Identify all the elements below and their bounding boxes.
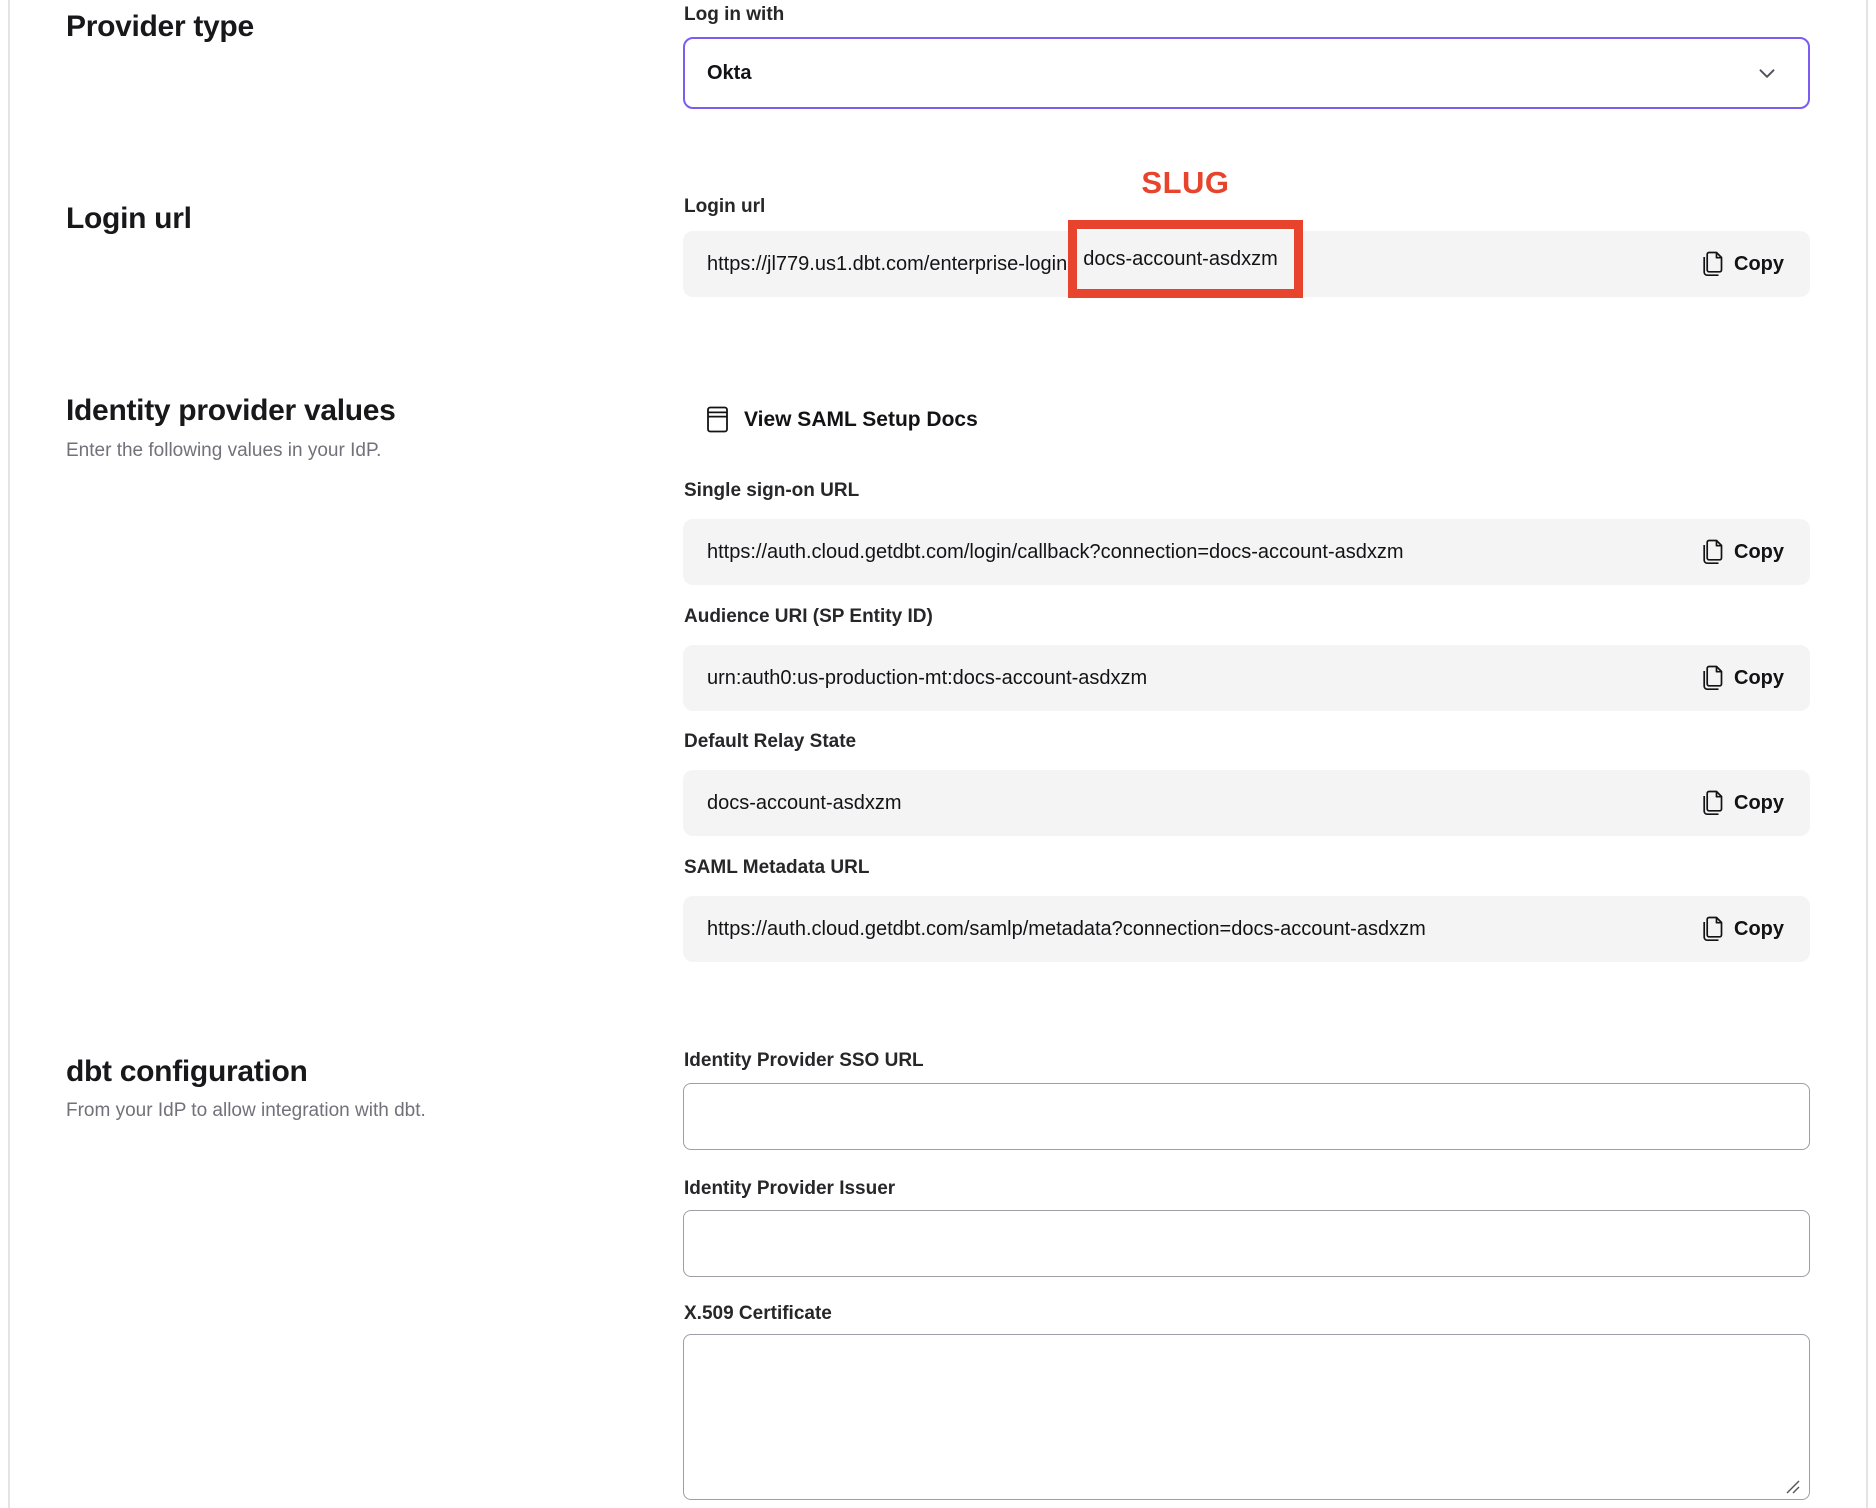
- login-url-prefix: https://jl779.us1.dbt.com/enterprise-log…: [707, 253, 1067, 276]
- identity-provider-values-subtitle: Enter the following values in your IdP.: [66, 438, 381, 464]
- audience-uri-copy-button[interactable]: Copy: [1702, 665, 1784, 691]
- view-saml-setup-docs-link[interactable]: View SAML Setup Docs: [706, 406, 978, 433]
- saml-metadata-url-label: SAML Metadata URL: [684, 855, 869, 881]
- idp-sso-url-input[interactable]: [683, 1083, 1810, 1150]
- idp-sso-url-label: Identity Provider SSO URL: [684, 1048, 924, 1074]
- identity-provider-values-heading: Identity provider values: [66, 392, 396, 430]
- copy-button-label: Copy: [1734, 541, 1784, 564]
- saml-metadata-url-field: https://auth.cloud.getdbt.com/samlp/meta…: [683, 896, 1810, 962]
- docs-link-label: View SAML Setup Docs: [744, 408, 978, 432]
- audience-uri-value: urn:auth0:us-production-mt:docs-account-…: [707, 667, 1147, 690]
- sso-settings-page: Provider type Log in with Okta Login url…: [0, 0, 1876, 1508]
- saml-metadata-url-value: https://auth.cloud.getdbt.com/samlp/meta…: [707, 918, 1426, 941]
- login-url-heading: Login url: [66, 200, 192, 238]
- default-relay-state-copy-button[interactable]: Copy: [1702, 790, 1784, 816]
- page-right-border: [1866, 0, 1868, 1508]
- saml-metadata-url-copy-button[interactable]: Copy: [1702, 916, 1784, 942]
- copy-icon: [1702, 539, 1724, 565]
- login-url-copy-button[interactable]: Copy: [1702, 251, 1784, 277]
- login-url-field-label: Login url: [684, 194, 765, 220]
- idp-issuer-input[interactable]: [683, 1210, 1810, 1277]
- copy-icon: [1702, 790, 1724, 816]
- default-relay-state-field: docs-account-asdxzm Copy: [683, 770, 1810, 836]
- sso-url-copy-button[interactable]: Copy: [1702, 539, 1784, 565]
- copy-button-label: Copy: [1734, 918, 1784, 941]
- journal-docs-icon: [706, 406, 729, 433]
- provider-select-value: Okta: [707, 62, 751, 85]
- copy-icon: [1702, 251, 1724, 277]
- slug-annotation: SLUG: [1141, 165, 1229, 201]
- idp-issuer-label: Identity Provider Issuer: [684, 1176, 895, 1202]
- login-with-label: Log in with: [684, 2, 784, 28]
- x509-certificate-label: X.509 Certificate: [684, 1301, 832, 1327]
- dbt-configuration-heading: dbt configuration: [66, 1053, 308, 1091]
- copy-button-label: Copy: [1734, 667, 1784, 690]
- login-url-field: https://jl779.us1.dbt.com/enterprise-log…: [683, 231, 1810, 297]
- sso-url-value: https://auth.cloud.getdbt.com/login/call…: [707, 541, 1404, 564]
- sso-url-field: https://auth.cloud.getdbt.com/login/call…: [683, 519, 1810, 585]
- default-relay-state-label: Default Relay State: [684, 729, 856, 755]
- copy-button-label: Copy: [1734, 792, 1784, 815]
- slug-highlight-box: SLUG docs-account-asdxzm: [1068, 220, 1303, 298]
- copy-icon: [1702, 916, 1724, 942]
- default-relay-state-value: docs-account-asdxzm: [707, 792, 902, 815]
- page-left-border: [8, 0, 10, 1508]
- copy-icon: [1702, 665, 1724, 691]
- chevron-down-icon: [1754, 60, 1780, 86]
- sso-url-label: Single sign-on URL: [684, 478, 859, 504]
- login-url-slug: docs-account-asdxzm: [1083, 248, 1278, 271]
- dbt-configuration-subtitle: From your IdP to allow integration with …: [66, 1098, 426, 1124]
- provider-select[interactable]: Okta: [683, 37, 1810, 109]
- audience-uri-label: Audience URI (SP Entity ID): [684, 604, 933, 630]
- provider-type-heading: Provider type: [66, 8, 254, 46]
- x509-certificate-textarea[interactable]: [683, 1334, 1810, 1500]
- copy-button-label: Copy: [1734, 253, 1784, 276]
- audience-uri-field: urn:auth0:us-production-mt:docs-account-…: [683, 645, 1810, 711]
